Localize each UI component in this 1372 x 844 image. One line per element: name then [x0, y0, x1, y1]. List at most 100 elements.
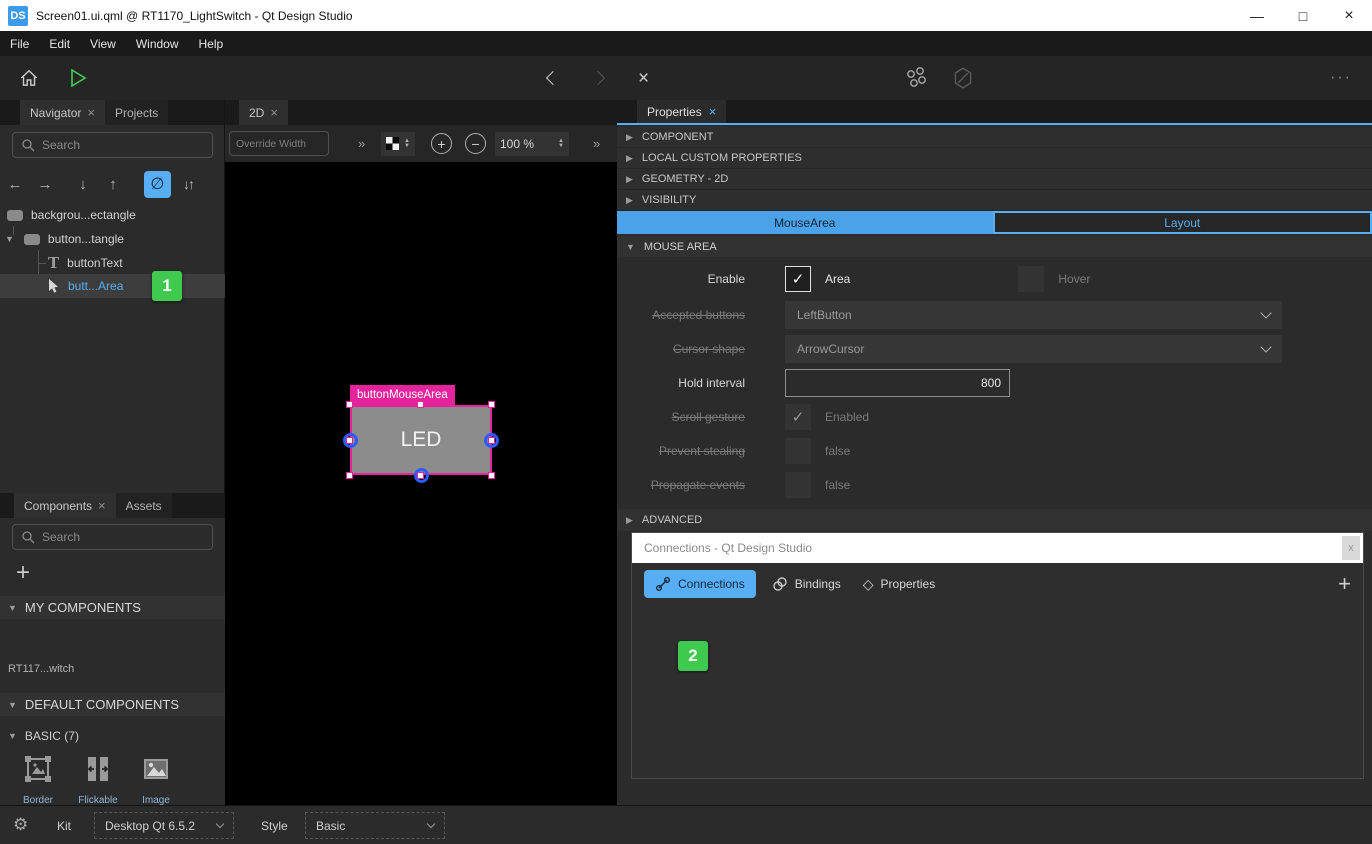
resize-handle-ml[interactable]	[346, 437, 353, 444]
close-tab-icon[interactable]: ×	[270, 105, 278, 120]
border-image-icon[interactable]	[24, 755, 52, 786]
gear-icon[interactable]: ⚙	[13, 815, 28, 835]
resize-handle-bl[interactable]	[346, 472, 353, 479]
expander-icon[interactable]: ▼	[5, 234, 14, 244]
titlebar: DS Screen01.ui.qml @ RT1170_LightSwitch …	[0, 0, 1372, 31]
sort-order-icon[interactable]: ↓↑	[183, 176, 193, 192]
cursor-shape-dropdown[interactable]: ArrowCursor	[785, 335, 1282, 363]
tree-item-button-rectangle[interactable]: ▼ button...tangle	[0, 228, 225, 250]
spin-down-icon[interactable]: ▼	[558, 144, 564, 149]
rectangle-icon	[24, 234, 40, 245]
selected-mousearea[interactable]: LED	[350, 405, 492, 475]
nodes-icon[interactable]	[903, 65, 929, 91]
move-right-icon[interactable]: →	[30, 176, 60, 193]
overflow-icon[interactable]: »	[358, 136, 365, 151]
section-geometry-2d[interactable]: ▶ GEOMETRY - 2D	[617, 169, 1372, 190]
style-dropdown[interactable]: Basic	[305, 812, 445, 839]
tree-item-buttonmousearea[interactable]: butt...Area	[0, 274, 225, 298]
canvas[interactable]: buttonMouseArea LED	[225, 162, 617, 805]
prevent-stealing-checkbox[interactable]	[785, 438, 811, 464]
navigator-search[interactable]	[12, 132, 213, 158]
menu-view[interactable]: View	[80, 31, 126, 56]
zoom-level-value: 100 %	[500, 137, 534, 151]
my-components-header[interactable]: ▼ MY COMPONENTS	[0, 596, 225, 619]
image-icon[interactable]	[142, 755, 170, 786]
flickable-icon[interactable]	[84, 755, 112, 786]
resize-handle-mr[interactable]	[488, 437, 495, 444]
override-width-field[interactable]	[229, 131, 329, 156]
override-width-input[interactable]	[236, 138, 322, 150]
tab-bindings[interactable]: Bindings	[766, 576, 847, 592]
components-search[interactable]	[12, 524, 213, 550]
close-tab-icon[interactable]: ×	[87, 105, 95, 120]
close-tab-icon[interactable]: ×	[709, 104, 717, 119]
area-checkbox[interactable]: ✓	[785, 266, 811, 292]
dialog-close-button[interactable]: x	[1342, 536, 1360, 560]
tree-item-background-rectangle[interactable]: backgrou...ectangle	[0, 204, 225, 226]
menu-file[interactable]: File	[0, 31, 39, 56]
tab-assets[interactable]: Assets	[116, 493, 172, 518]
tree-item-buttontext[interactable]: T buttonText	[0, 252, 225, 274]
minimize-button[interactable]: —	[1234, 0, 1280, 31]
menu-window[interactable]: Window	[126, 31, 189, 56]
tab-2d[interactable]: 2D ×	[239, 100, 288, 125]
tab-properties[interactable]: Properties ×	[637, 100, 726, 123]
hover-checkbox[interactable]	[1018, 266, 1044, 292]
section-component[interactable]: ▶ COMPONENT	[617, 127, 1372, 148]
tab-connections[interactable]: Connections	[644, 570, 756, 598]
run-play-icon[interactable]	[66, 66, 90, 90]
default-components-header[interactable]: ▼ DEFAULT COMPONENTS	[0, 693, 225, 716]
resize-handle-br[interactable]	[488, 472, 495, 479]
hold-interval-input[interactable]	[785, 369, 1010, 397]
advanced-section-header[interactable]: ▶ ADVANCED	[617, 509, 1372, 531]
move-down-icon[interactable]: ↓	[68, 176, 98, 193]
close-button[interactable]: ×	[1326, 0, 1372, 31]
subtab-mousearea[interactable]: MouseArea	[617, 211, 993, 234]
tab-components[interactable]: Components ×	[14, 493, 116, 518]
components-search-input[interactable]	[42, 530, 182, 544]
subtab-layout[interactable]: Layout	[993, 211, 1372, 234]
zoom-level-selector[interactable]: 100 % ▲▼	[495, 132, 569, 156]
diamond-icon: ◇	[863, 576, 874, 593]
more-options-icon[interactable]: ···	[1330, 69, 1352, 87]
accepted-buttons-dropdown[interactable]: LeftButton	[785, 301, 1282, 329]
section-visibility[interactable]: ▶ VISIBILITY	[617, 190, 1372, 211]
maximize-button[interactable]: □	[1280, 0, 1326, 31]
resize-handle-tl[interactable]	[346, 401, 353, 408]
my-component-rt1170-switch[interactable]: RT117...witch	[8, 663, 74, 675]
app-icon: DS	[8, 6, 28, 26]
resize-handle-tr[interactable]	[488, 401, 495, 408]
connections-dialog-titlebar[interactable]: Connections - Qt Design Studio x	[632, 533, 1363, 563]
zoom-out-icon[interactable]: −	[465, 133, 486, 154]
toggle-invisible-icon[interactable]: ∅	[144, 171, 171, 198]
add-connection-icon[interactable]: +	[1338, 571, 1351, 597]
tab-projects[interactable]: Projects	[105, 100, 168, 125]
kit-dropdown[interactable]: Desktop Qt 6.5.2	[94, 812, 234, 839]
cursor-shape-label: Cursor shape	[617, 342, 745, 356]
close-document-icon[interactable]: ×	[638, 69, 649, 88]
propagate-events-checkbox[interactable]	[785, 472, 811, 498]
resize-handle-bm[interactable]	[417, 472, 424, 479]
basic-section-header[interactable]: ▼ BASIC (7)	[0, 725, 225, 747]
scroll-gesture-value: Enabled	[825, 410, 869, 424]
tab-dialog-properties[interactable]: ◇ Properties	[857, 576, 941, 593]
move-left-icon[interactable]: ←	[0, 176, 30, 193]
navigator-search-input[interactable]	[42, 138, 182, 152]
close-tab-icon[interactable]: ×	[98, 498, 106, 513]
add-module-icon[interactable]: +	[16, 559, 30, 587]
background-color-selector[interactable]: ▲▼	[381, 132, 415, 156]
overflow-icon[interactable]: »	[593, 136, 600, 151]
back-icon[interactable]	[548, 73, 558, 83]
spin-down-icon[interactable]: ▼	[404, 144, 410, 149]
move-up-icon[interactable]: ↑	[98, 176, 128, 193]
mouse-area-section-header[interactable]: ▼ MOUSE AREA	[617, 236, 1372, 257]
forward-icon[interactable]	[593, 73, 603, 83]
zoom-in-icon[interactable]: +	[431, 133, 452, 154]
section-local-custom-properties[interactable]: ▶ LOCAL CUSTOM PROPERTIES	[617, 148, 1372, 169]
resize-handle-tm[interactable]	[417, 401, 424, 408]
scroll-gesture-checkbox[interactable]: ✓	[785, 404, 811, 430]
menu-help[interactable]: Help	[189, 31, 234, 56]
menu-edit[interactable]: Edit	[39, 31, 80, 56]
home-icon[interactable]	[18, 67, 40, 89]
tab-navigator[interactable]: Navigator ×	[20, 100, 105, 125]
